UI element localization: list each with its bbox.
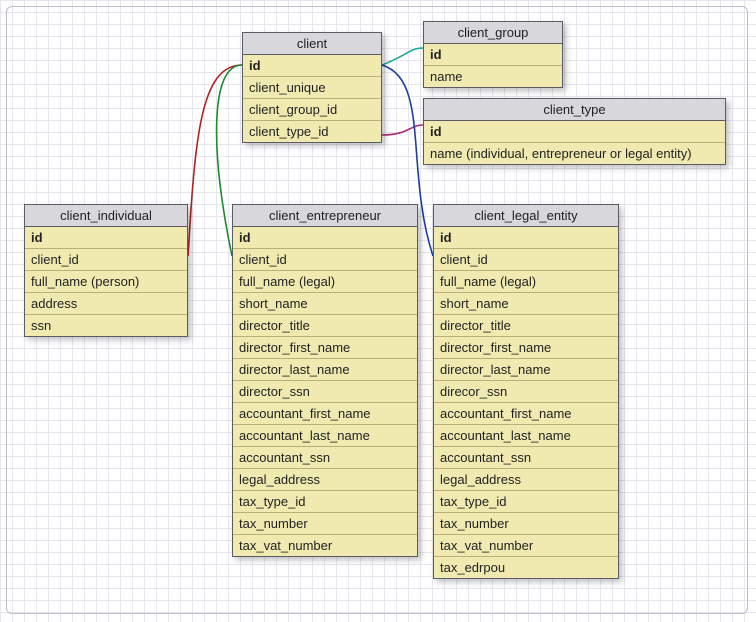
field-row[interactable]: address xyxy=(25,293,187,315)
table-title: client_individual xyxy=(25,205,187,227)
table-client_individual[interactable]: client_individualidclient_idfull_name (p… xyxy=(24,204,188,337)
field-row[interactable]: accountant_last_name xyxy=(233,425,417,447)
field-row[interactable]: client_type_id xyxy=(243,121,381,142)
field-row[interactable]: accountant_first_name xyxy=(233,403,417,425)
field-row[interactable]: tax_edrpou xyxy=(434,557,618,578)
field-row[interactable]: tax_type_id xyxy=(233,491,417,513)
field-row[interactable]: direcor_ssn xyxy=(434,381,618,403)
field-row[interactable]: id xyxy=(243,55,381,77)
field-row[interactable]: id xyxy=(424,121,725,143)
table-title: client_legal_entity xyxy=(434,205,618,227)
field-row[interactable]: tax_number xyxy=(233,513,417,535)
table-client_entrepreneur[interactable]: client_entrepreneuridclient_idfull_name … xyxy=(232,204,418,557)
field-row[interactable]: id xyxy=(434,227,618,249)
table-title: client_type xyxy=(424,99,725,121)
field-row[interactable]: tax_number xyxy=(434,513,618,535)
field-row[interactable]: client_group_id xyxy=(243,99,381,121)
field-row[interactable]: client_id xyxy=(25,249,187,271)
field-row[interactable]: id xyxy=(25,227,187,249)
field-row[interactable]: client_id xyxy=(434,249,618,271)
table-title: client xyxy=(243,33,381,55)
field-row[interactable]: accountant_last_name xyxy=(434,425,618,447)
table-title: client_entrepreneur xyxy=(233,205,417,227)
field-row[interactable]: short_name xyxy=(434,293,618,315)
field-row[interactable]: name (individual, entrepreneur or legal … xyxy=(424,143,725,164)
field-row[interactable]: id xyxy=(424,44,562,66)
table-title: client_group xyxy=(424,22,562,44)
field-row[interactable]: full_name (legal) xyxy=(434,271,618,293)
field-row[interactable]: legal_address xyxy=(434,469,618,491)
table-client_group[interactable]: client_groupidname xyxy=(423,21,563,88)
field-row[interactable]: director_first_name xyxy=(434,337,618,359)
field-row[interactable]: legal_address xyxy=(233,469,417,491)
field-row[interactable]: tax_type_id xyxy=(434,491,618,513)
field-row[interactable]: full_name (person) xyxy=(25,271,187,293)
field-row[interactable]: id xyxy=(233,227,417,249)
field-row[interactable]: client_unique xyxy=(243,77,381,99)
field-row[interactable]: tax_vat_number xyxy=(434,535,618,557)
field-row[interactable]: director_last_name xyxy=(233,359,417,381)
field-row[interactable]: accountant_ssn xyxy=(434,447,618,469)
field-row[interactable]: director_last_name xyxy=(434,359,618,381)
field-row[interactable]: accountant_first_name xyxy=(434,403,618,425)
field-row[interactable]: accountant_ssn xyxy=(233,447,417,469)
field-row[interactable]: short_name xyxy=(233,293,417,315)
field-row[interactable]: ssn xyxy=(25,315,187,336)
field-row[interactable]: director_title xyxy=(434,315,618,337)
field-row[interactable]: director_ssn xyxy=(233,381,417,403)
field-row[interactable]: client_id xyxy=(233,249,417,271)
field-row[interactable]: director_title xyxy=(233,315,417,337)
table-client[interactable]: clientidclient_uniqueclient_group_idclie… xyxy=(242,32,382,143)
table-client_legal_entity[interactable]: client_legal_entityidclient_idfull_name … xyxy=(433,204,619,579)
field-row[interactable]: tax_vat_number xyxy=(233,535,417,556)
field-row[interactable]: name xyxy=(424,66,562,87)
field-row[interactable]: director_first_name xyxy=(233,337,417,359)
field-row[interactable]: full_name (legal) xyxy=(233,271,417,293)
table-client_type[interactable]: client_typeidname (individual, entrepren… xyxy=(423,98,726,165)
